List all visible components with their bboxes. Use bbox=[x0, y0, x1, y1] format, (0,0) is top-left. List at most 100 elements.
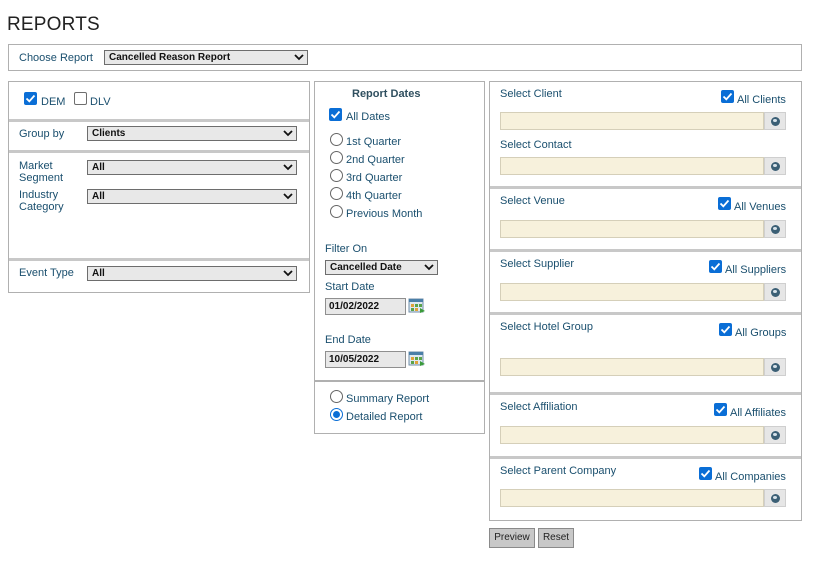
chevron-down-icon bbox=[283, 130, 293, 137]
radio-label: 3rd Quarter bbox=[346, 172, 403, 184]
hotel-group-lookup-button[interactable] bbox=[764, 358, 786, 376]
client-input[interactable] bbox=[500, 112, 764, 130]
radio-4th-quarter[interactable] bbox=[330, 187, 343, 200]
reset-button[interactable]: Reset bbox=[538, 528, 574, 548]
group-by-select[interactable]: Clients bbox=[87, 126, 297, 141]
all-clients-label: All Clients bbox=[737, 94, 786, 106]
industry-category-label-line2: Category bbox=[19, 201, 64, 213]
contact-input[interactable] bbox=[500, 157, 764, 175]
end-date-input[interactable]: 10/05/2022 bbox=[325, 351, 406, 368]
choose-report-value: Cancelled Reason Report bbox=[109, 52, 231, 63]
parent-company-lookup-button[interactable] bbox=[764, 489, 786, 507]
radio-label: 4th Quarter bbox=[346, 190, 402, 202]
preview-button[interactable]: Preview bbox=[489, 528, 535, 548]
globe-icon bbox=[771, 363, 780, 372]
group-by-value: Clients bbox=[92, 128, 126, 139]
market-segment-value: All bbox=[92, 162, 105, 173]
check-icon bbox=[700, 469, 711, 478]
summary-report-label: Summary Report bbox=[346, 393, 430, 405]
event-type-label: Event Type bbox=[19, 267, 74, 279]
client-lookup-button[interactable] bbox=[764, 112, 786, 130]
chevron-down-icon bbox=[283, 164, 293, 171]
globe-icon bbox=[771, 117, 780, 126]
choose-report-select[interactable]: Cancelled Reason Report bbox=[104, 50, 308, 65]
detailed-report-label: Detailed Report bbox=[346, 411, 423, 423]
dem-checkbox[interactable] bbox=[24, 92, 37, 105]
filter-on-value: Cancelled Date bbox=[330, 262, 402, 273]
market-segment-select[interactable]: All bbox=[87, 160, 297, 175]
filter-on-select[interactable]: Cancelled Date bbox=[325, 260, 438, 275]
all-companies-label: All Companies bbox=[715, 471, 786, 483]
select-parent-company-label: Select Parent Company bbox=[500, 465, 617, 477]
supplier-lookup-button[interactable] bbox=[764, 283, 786, 301]
select-contact-label: Select Contact bbox=[500, 139, 572, 151]
venue-lookup-button[interactable] bbox=[764, 220, 786, 238]
page-title: REPORTS bbox=[7, 14, 100, 35]
select-supplier-label: Select Supplier bbox=[500, 258, 574, 270]
all-companies-checkbox[interactable] bbox=[699, 467, 712, 480]
divider bbox=[490, 312, 801, 315]
divider bbox=[9, 150, 309, 153]
select-venue-label: Select Venue bbox=[500, 195, 565, 207]
start-date-label: Start Date bbox=[325, 281, 375, 293]
start-date-input[interactable]: 01/02/2022 bbox=[325, 298, 406, 315]
report-dates-heading: Report Dates bbox=[352, 88, 421, 100]
check-icon bbox=[330, 110, 341, 119]
group-by-label: Group by bbox=[19, 128, 65, 140]
parent-company-input[interactable] bbox=[500, 489, 764, 507]
event-type-select[interactable]: All bbox=[87, 266, 297, 281]
globe-icon bbox=[771, 288, 780, 297]
chevron-down-icon bbox=[283, 193, 293, 200]
calendar-icon[interactable] bbox=[408, 298, 426, 314]
all-dates-checkbox[interactable] bbox=[329, 108, 342, 121]
all-groups-label: All Groups bbox=[735, 327, 787, 339]
select-client-label: Select Client bbox=[500, 88, 562, 100]
globe-icon bbox=[771, 494, 780, 503]
all-affiliates-checkbox[interactable] bbox=[714, 403, 727, 416]
check-icon bbox=[715, 405, 726, 414]
all-suppliers-label: All Suppliers bbox=[725, 264, 787, 276]
dem-label: DEM bbox=[41, 96, 66, 108]
affiliation-lookup-button[interactable] bbox=[764, 426, 786, 444]
report-type-panel bbox=[314, 381, 485, 434]
globe-icon bbox=[771, 225, 780, 234]
check-icon bbox=[710, 262, 721, 271]
all-venues-checkbox[interactable] bbox=[718, 197, 731, 210]
radio-label: 2nd Quarter bbox=[346, 154, 405, 166]
radio-2nd-quarter[interactable] bbox=[330, 151, 343, 164]
check-icon bbox=[25, 94, 36, 103]
industry-category-label-line1: Industry bbox=[19, 189, 59, 201]
radio-label: 1st Quarter bbox=[346, 136, 402, 148]
all-suppliers-checkbox[interactable] bbox=[709, 260, 722, 273]
industry-category-select[interactable]: All bbox=[87, 189, 297, 204]
dlv-label: DLV bbox=[90, 96, 111, 108]
hotel-group-input[interactable] bbox=[500, 358, 764, 376]
all-groups-checkbox[interactable] bbox=[719, 323, 732, 336]
chevron-down-icon bbox=[424, 264, 434, 271]
market-segment-label-line2: Segment bbox=[19, 172, 64, 184]
venue-input[interactable] bbox=[500, 220, 764, 238]
left-filter-panel bbox=[8, 81, 310, 293]
supplier-input[interactable] bbox=[500, 283, 764, 301]
contact-lookup-button[interactable] bbox=[764, 157, 786, 175]
divider bbox=[9, 258, 309, 261]
all-venues-label: All Venues bbox=[734, 201, 786, 213]
radio-1st-quarter[interactable] bbox=[330, 133, 343, 146]
check-icon bbox=[720, 325, 731, 334]
calendar-icon[interactable] bbox=[408, 351, 426, 367]
radio-previous-month[interactable] bbox=[330, 205, 343, 218]
radio-summary-report[interactable] bbox=[330, 390, 343, 403]
industry-category-value: All bbox=[92, 191, 105, 202]
dlv-checkbox[interactable] bbox=[74, 92, 87, 105]
all-clients-checkbox[interactable] bbox=[721, 90, 734, 103]
all-affiliates-label: All Affiliates bbox=[730, 407, 787, 419]
radio-3rd-quarter[interactable] bbox=[330, 169, 343, 182]
event-type-value: All bbox=[92, 268, 105, 279]
affiliation-input[interactable] bbox=[500, 426, 764, 444]
select-hotel-group-label: Select Hotel Group bbox=[500, 321, 593, 333]
globe-icon bbox=[771, 162, 780, 171]
filter-on-label: Filter On bbox=[325, 243, 368, 255]
divider bbox=[9, 119, 309, 122]
divider bbox=[490, 456, 801, 459]
radio-detailed-report[interactable] bbox=[330, 408, 343, 421]
